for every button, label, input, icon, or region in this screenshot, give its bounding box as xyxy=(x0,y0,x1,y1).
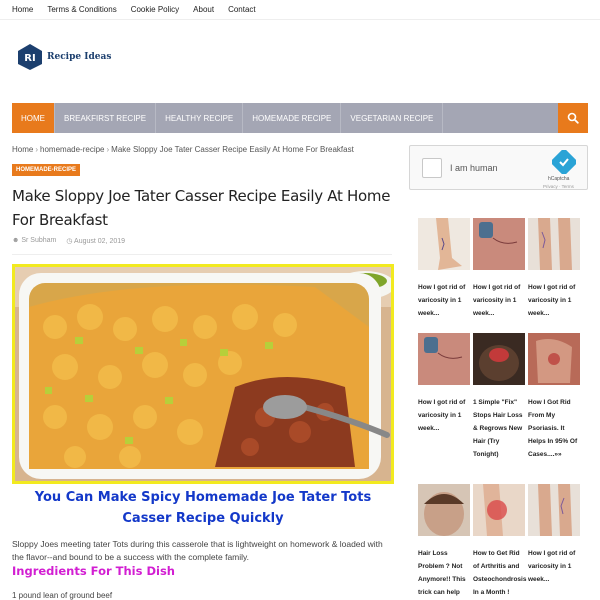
ad-thumbnail xyxy=(418,218,470,270)
ad-thumbnail xyxy=(528,218,580,270)
nav-item-homemade-recipe[interactable]: Homemade Recipe xyxy=(243,103,342,133)
ad-thumbnail xyxy=(528,484,580,536)
top-link-cookie-policy[interactable]: Cookie Policy xyxy=(131,5,179,14)
ad-thumbnail xyxy=(528,333,580,385)
ad-thumbnail xyxy=(418,484,470,536)
breadcrumb-category[interactable]: homemade-recipe xyxy=(40,145,104,154)
sidebar-ad-card[interactable]: How to Get Rid of Arthritis and Osteocho… xyxy=(473,484,526,599)
post-author[interactable]: Sr Subham xyxy=(21,237,56,244)
post-subheading: You Can Make Spicy Homemade Joe Tater To… xyxy=(34,490,372,526)
clock-icon: ◷ xyxy=(66,238,73,245)
top-link-contact[interactable]: Contact xyxy=(228,5,256,14)
captcha-widget: I am human hCaptcha Privacy · Terms xyxy=(409,145,588,190)
ingredients-heading: Ingredients For This Dish xyxy=(12,564,175,578)
sidebar-ad-card[interactable]: How I got rid of varicosity in 1 week... xyxy=(418,333,470,435)
sidebar-ad-card[interactable]: How I got rid of varicosity in 1 week... xyxy=(473,218,525,320)
top-links-bar: Home Terms & Conditions Cookie Policy Ab… xyxy=(0,0,600,20)
sidebar-ad-caption[interactable]: 1 Simple "Fix" Stops Hair Loss & Regrows… xyxy=(473,396,525,461)
title-divider xyxy=(12,254,392,255)
nav-item-vegetarian-recipe[interactable]: Vegetarian Recipe xyxy=(341,103,444,133)
breadcrumb-separator: › xyxy=(35,145,39,154)
breadcrumb-home[interactable]: Home xyxy=(12,145,33,154)
captcha-checkbox[interactable] xyxy=(422,158,442,178)
nav-item-healthy-recipe[interactable]: Healthy Recipe xyxy=(156,103,244,133)
logo-text: Recipe Ideas xyxy=(47,52,112,62)
main-nav: Home Breakfirst Recipe Healthy Recipe Ho… xyxy=(12,103,588,133)
sidebar-ad-caption[interactable]: How I got rid of varicosity in 1 week... xyxy=(528,281,580,320)
breadcrumb: Home › homemade-recipe › Make Sloppy Joe Tat… xyxy=(12,145,354,154)
category-tag[interactable]: Homemade-Recipe xyxy=(12,164,81,176)
site-logo[interactable]: RI Recipe Ideas xyxy=(17,43,111,71)
sidebar-ad-caption[interactable]: Hair Loss Problem ? Not Anymore!! This t… xyxy=(418,547,470,600)
sidebar-ad-card[interactable]: How I got rid of varicosity in 1 week... xyxy=(528,218,580,320)
top-link-home[interactable]: Home xyxy=(12,5,33,14)
nav-item-home[interactable]: Home xyxy=(12,103,55,133)
logo-hex-icon: RI xyxy=(18,44,42,70)
post-date-wrap: ◷ August 02, 2019 xyxy=(66,237,125,245)
sidebar-ad-caption[interactable]: How I got rid of varicosity in 1 week... xyxy=(418,281,470,320)
breadcrumb-current: Make Sloppy Joe Tater Casser Recipe Easi… xyxy=(111,145,354,154)
sidebar-ad-caption[interactable]: How I Got Rid From My Psoriasis. It Help… xyxy=(528,396,580,461)
sidebar-ad-caption[interactable]: How I got rid of varicosity in 1 week... xyxy=(418,396,470,435)
casserole-illustration xyxy=(15,267,391,481)
post-intro: Sloppy Joes meeting tater Tots during th… xyxy=(12,539,383,562)
top-link-terms[interactable]: Terms & Conditions xyxy=(47,5,116,14)
ad-thumbnail xyxy=(473,218,525,270)
ad-thumbnail xyxy=(418,333,470,385)
captcha-brand: hCaptcha xyxy=(548,176,570,182)
logo-letters: RI xyxy=(24,53,35,64)
ad-thumbnail xyxy=(473,484,525,536)
nav-item-breakfirst-recipe[interactable]: Breakfirst Recipe xyxy=(55,103,157,133)
captcha-label: I am human xyxy=(450,163,498,173)
post-title: Make Sloppy Joe Tater Casser Recipe Easi… xyxy=(12,187,391,229)
breadcrumb-separator: › xyxy=(106,145,110,154)
sidebar-ad-caption[interactable]: How to Get Rid of Arthritis and Osteocho… xyxy=(473,547,526,599)
captcha-links[interactable]: Privacy · Terms xyxy=(543,184,574,189)
ingredient-item: 1 pound lean of ground beef xyxy=(12,591,113,600)
sidebar-ad-card[interactable]: How I Got Rid From My Psoriasis. It Help… xyxy=(528,333,580,461)
hcaptcha-logo-icon xyxy=(552,150,576,174)
nav-search-button[interactable] xyxy=(558,103,588,133)
user-icon: ☻ xyxy=(12,237,20,244)
search-icon xyxy=(567,112,579,124)
hero-image xyxy=(12,264,394,484)
post-author-wrap: ☻ Sr Subham xyxy=(12,237,56,245)
post-date: August 02, 2019 xyxy=(74,238,126,245)
sidebar-ad-card[interactable]: How I got rid of varicosity in 1 week... xyxy=(418,218,470,320)
ad-thumbnail xyxy=(473,333,525,385)
post-meta: ☻ Sr Subham ◷ August 02, 2019 xyxy=(12,237,125,245)
sidebar-ad-card[interactable]: How I got rid of varicosity in 1 week... xyxy=(528,484,580,586)
sidebar-ad-card[interactable]: Hair Loss Problem ? Not Anymore!! This t… xyxy=(418,484,470,600)
sidebar-ad-caption[interactable]: How I got rid of varicosity in 1 week... xyxy=(473,281,525,320)
sidebar-ad-card[interactable]: 1 Simple "Fix" Stops Hair Loss & Regrows… xyxy=(473,333,525,461)
top-link-about[interactable]: About xyxy=(193,5,214,14)
sidebar-ad-caption[interactable]: How I got rid of varicosity in 1 week... xyxy=(528,547,580,586)
